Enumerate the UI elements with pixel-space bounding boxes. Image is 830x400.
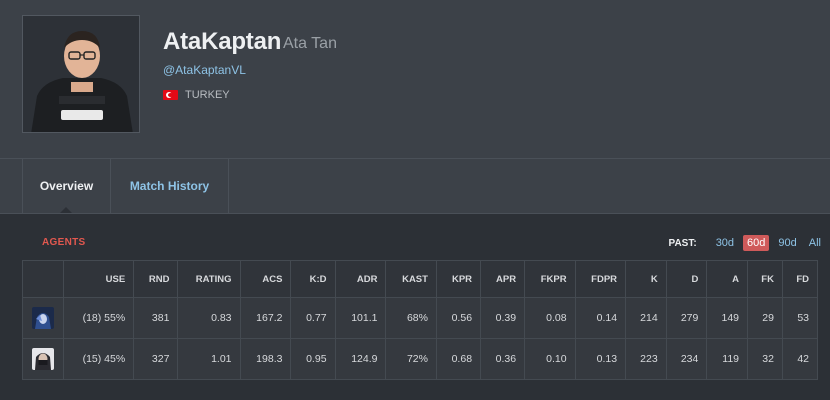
cell-k: 214	[625, 297, 667, 339]
col-use[interactable]: USE	[62, 260, 135, 298]
table-row: (18) 55% 381 0.83 167.2 0.77 101.1 68% 0…	[22, 297, 819, 339]
col-rating[interactable]: RATING	[177, 260, 241, 298]
col-fd[interactable]: FD	[781, 260, 819, 298]
cell-fk: 29	[747, 297, 783, 339]
col-d[interactable]: D	[665, 260, 708, 298]
period-60d[interactable]: 60d	[743, 235, 770, 251]
past-label: PAST:	[668, 237, 697, 249]
col-kd[interactable]: K:D	[290, 260, 336, 298]
agent-cell	[22, 338, 64, 380]
col-rnd[interactable]: RND	[133, 260, 179, 298]
cell-fdpr: 0.13	[574, 338, 627, 380]
player-photo	[22, 15, 140, 133]
period-30d[interactable]: 30d	[713, 236, 737, 250]
agents-section-title: AGENTS	[42, 237, 86, 248]
cell-adr: 101.1	[334, 297, 387, 339]
country-label: TURKEY	[185, 89, 230, 101]
cell-d: 234	[665, 338, 708, 380]
cell-d: 279	[665, 297, 708, 339]
cell-fd: 53	[781, 297, 819, 339]
cell-rnd: 327	[133, 338, 179, 380]
cell-apr: 0.36	[480, 338, 526, 380]
tab-overview[interactable]: Overview	[22, 159, 111, 213]
player-country: TURKEY	[163, 89, 230, 101]
col-fkpr[interactable]: FKPR	[524, 260, 576, 298]
cell-kpr: 0.56	[435, 297, 482, 339]
cell-a: 119	[706, 338, 749, 380]
cell-acs: 167.2	[239, 297, 292, 339]
cell-rating: 1.01	[177, 338, 241, 380]
period-90d[interactable]: 90d	[775, 236, 799, 250]
cell-use: (18) 55%	[62, 297, 135, 339]
col-agent	[22, 260, 64, 298]
cell-rnd: 381	[133, 297, 179, 339]
period-filter: PAST: 30d 60d 90d All	[669, 235, 824, 251]
tab-match-history[interactable]: Match History	[111, 159, 229, 213]
player-real-name: Ata Tan	[283, 35, 337, 52]
table-row: (15) 45% 327 1.01 198.3 0.95 124.9 72% 0…	[22, 338, 819, 380]
tab-bar: Overview Match History	[0, 159, 830, 214]
cell-acs: 198.3	[239, 338, 292, 380]
cell-kast: 68%	[385, 297, 437, 339]
table-header-row: USE RND RATING ACS K:D ADR KAST KPR APR …	[22, 260, 819, 298]
cell-fkpr: 0.10	[524, 338, 576, 380]
cell-kpr: 0.68	[435, 338, 482, 380]
cell-rating: 0.83	[177, 297, 241, 339]
cell-adr: 124.9	[334, 338, 387, 380]
col-fdpr[interactable]: FDPR	[574, 260, 627, 298]
col-acs[interactable]: ACS	[239, 260, 292, 298]
cell-fk: 32	[747, 338, 783, 380]
col-kast[interactable]: KAST	[385, 260, 437, 298]
col-fk[interactable]: FK	[747, 260, 783, 298]
turkey-flag-icon	[163, 90, 178, 100]
agent-cell	[22, 297, 64, 339]
player-twitter-link[interactable]: @AtaKaptanVL	[163, 63, 246, 77]
cell-use: (15) 45%	[62, 338, 135, 380]
col-apr[interactable]: APR	[480, 260, 526, 298]
cell-k: 223	[625, 338, 667, 380]
cell-kd: 0.95	[290, 338, 336, 380]
agent-blue-hooded-icon	[32, 307, 54, 329]
cell-fd: 42	[781, 338, 819, 380]
cell-fdpr: 0.14	[574, 297, 627, 339]
player-name: AtaKaptan	[163, 28, 282, 55]
cell-fkpr: 0.08	[524, 297, 576, 339]
col-k[interactable]: K	[625, 260, 667, 298]
agent-white-masked-icon	[32, 348, 54, 370]
cell-a: 149	[706, 297, 749, 339]
col-a[interactable]: A	[706, 260, 749, 298]
cell-kd: 0.77	[290, 297, 336, 339]
player-header: AtaKaptan Ata Tan @AtaKaptanVL TURKEY	[0, 0, 830, 159]
period-all[interactable]: All	[806, 236, 824, 250]
agents-stats-table: USE RND RATING ACS K:D ADR KAST KPR APR …	[22, 260, 819, 380]
cell-apr: 0.39	[480, 297, 526, 339]
col-kpr[interactable]: KPR	[435, 260, 482, 298]
active-tab-caret	[60, 207, 72, 213]
col-adr[interactable]: ADR	[334, 260, 387, 298]
cell-kast: 72%	[385, 338, 437, 380]
